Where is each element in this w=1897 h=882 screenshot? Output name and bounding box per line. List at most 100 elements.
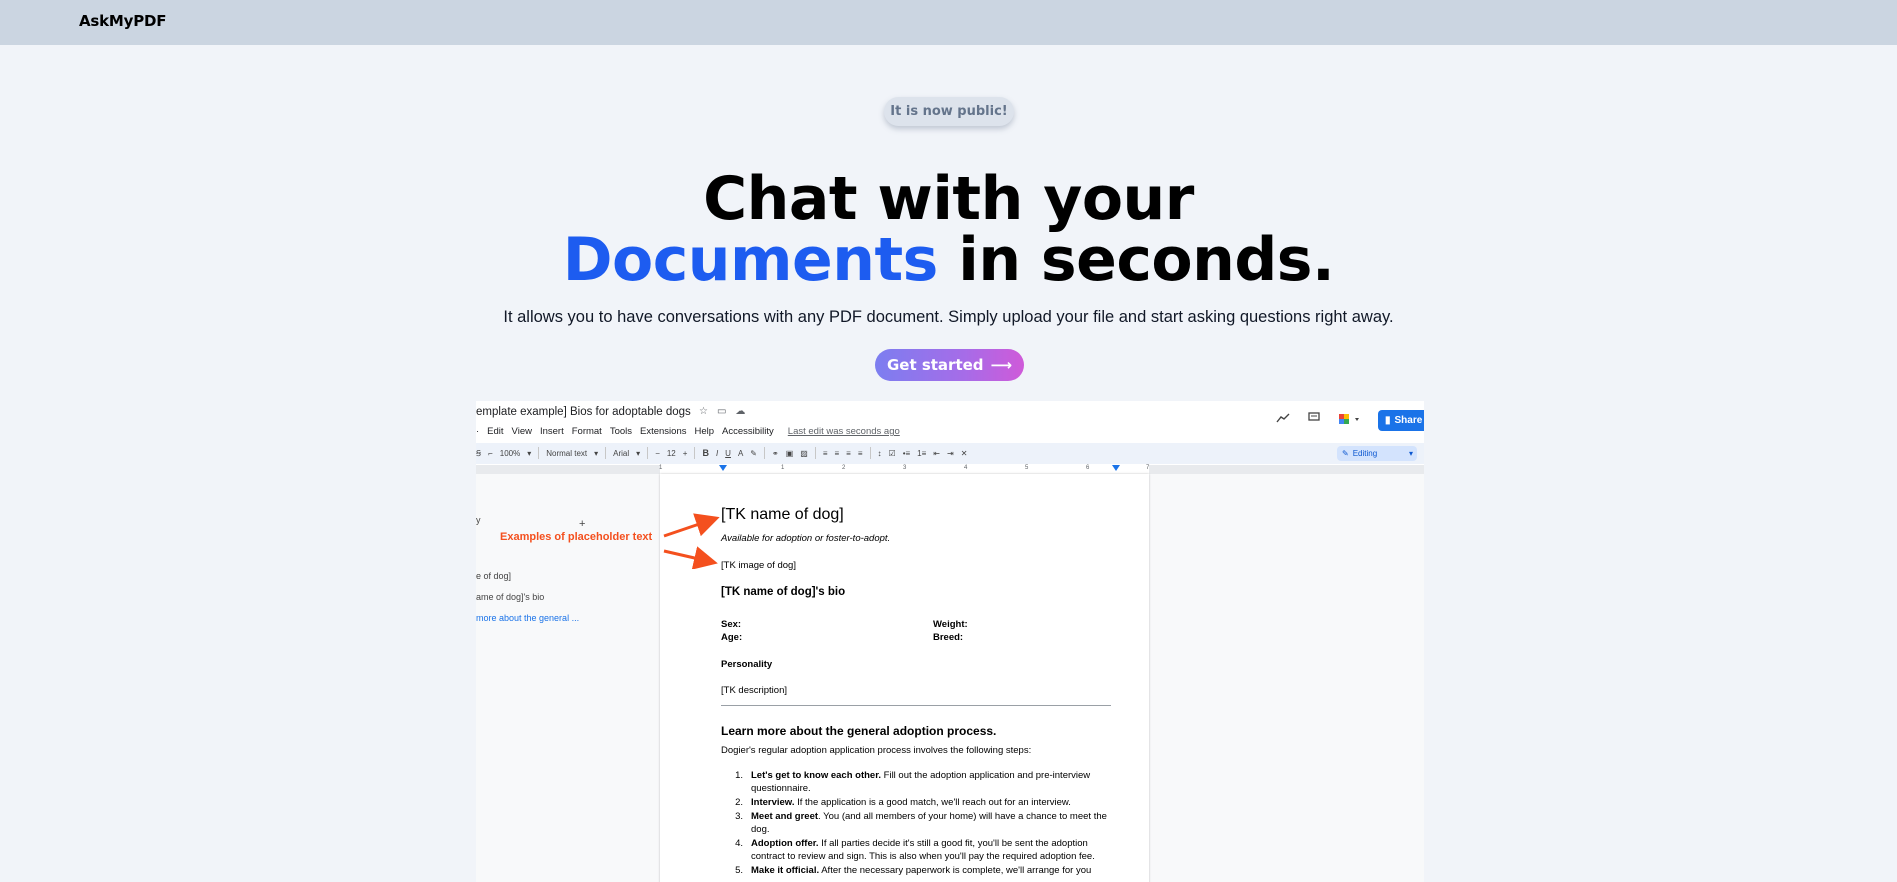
step-bold: Meet and greet bbox=[751, 811, 819, 822]
indent-decrease-icon: ⇤ bbox=[933, 448, 940, 458]
step-bold: Make it official. bbox=[751, 865, 820, 876]
ruler-number: 6 bbox=[1086, 465, 1090, 471]
cloud-icon: ☁ bbox=[735, 406, 746, 417]
zoom-select: 100% bbox=[499, 448, 521, 458]
editing-mode-select: ✎ Editing ▾ bbox=[1337, 446, 1417, 461]
comment-icon bbox=[1308, 412, 1320, 426]
divider bbox=[605, 447, 607, 459]
brand-logo-link[interactable]: AskMyPDF bbox=[79, 12, 167, 30]
dropdown-icon: ▾ bbox=[636, 448, 641, 458]
spellcheck-icon: Ꞩ bbox=[476, 448, 482, 458]
italic-icon: I bbox=[715, 448, 719, 458]
divider bbox=[814, 447, 816, 459]
folder-icon: ▭ bbox=[716, 406, 727, 417]
align-justify-icon: ≡ bbox=[857, 448, 863, 458]
menu-bar: · Edit View Insert Format Tools Extensio… bbox=[476, 426, 900, 437]
menu-tools: Tools bbox=[609, 426, 633, 437]
align-right-icon: ≡ bbox=[846, 448, 851, 458]
list-item: 2. Interview. If the application is a goo… bbox=[721, 796, 1116, 809]
hero-headline-rest: in seconds. bbox=[937, 225, 1335, 295]
step-rest: If the application is a good match, we'l… bbox=[794, 797, 1071, 808]
list-item: 3. Meet and greet. You (and all members o… bbox=[721, 810, 1116, 836]
doc-learn-heading: Learn more about the general adoption pr… bbox=[721, 724, 997, 738]
arrow-right-icon: ⟶ bbox=[990, 356, 1013, 374]
ruler-number: 2 bbox=[842, 465, 846, 471]
doc-steps-list: 1. Let's get to know each other. Fill out… bbox=[721, 769, 1116, 878]
ruler: 1 1 2 3 4 5 6 7 bbox=[476, 465, 1424, 474]
step-bold: Interview. bbox=[751, 797, 795, 808]
doc-weight-label: Weight: bbox=[933, 619, 968, 630]
plus-icon: + bbox=[682, 448, 688, 458]
pencil-icon: ✎ bbox=[1342, 449, 1349, 458]
announcement-badge: It is now public! bbox=[884, 97, 1014, 126]
ruler-number: 7 bbox=[1146, 465, 1150, 471]
doc-italic-line: Available for adoption or foster-to-adop… bbox=[721, 533, 891, 544]
ruler-number: 1 bbox=[659, 465, 663, 471]
checklist-icon: ☑ bbox=[888, 448, 896, 458]
list-item: 5. Make it official. After the necessary … bbox=[721, 864, 1116, 877]
ruler-number: 5 bbox=[1025, 465, 1029, 471]
share-button: ▮ Share bbox=[1378, 410, 1424, 431]
get-started-button[interactable]: Get started ⟶ bbox=[875, 349, 1024, 381]
link-icon: ⚭ bbox=[772, 448, 779, 458]
list-item: 1. Let's get to know each other. Fill out… bbox=[721, 769, 1116, 795]
title-icons: ☆ ▭ ☁ bbox=[699, 406, 745, 417]
star-icon: ☆ bbox=[699, 406, 708, 417]
step-text: Adoption offer. If all parties decide it… bbox=[751, 837, 1116, 863]
step-bold: Let's get to know each other. bbox=[751, 770, 882, 781]
step-rest: After the necessary paperwork is complet… bbox=[819, 865, 1092, 876]
step-number: 5. bbox=[735, 865, 743, 876]
menu-insert: Insert bbox=[539, 426, 564, 437]
lock-icon: ▮ bbox=[1385, 415, 1391, 426]
divider bbox=[764, 447, 765, 459]
minus-icon: − bbox=[655, 448, 660, 458]
doc-personality-heading: Personality bbox=[721, 659, 773, 670]
ruler-number: 1 bbox=[781, 465, 785, 471]
doc-heading-1: [TK name of dog] bbox=[721, 506, 844, 523]
ruler-number: 4 bbox=[964, 465, 968, 471]
annotation-arrows-icon bbox=[663, 513, 720, 569]
meet-icon bbox=[1338, 413, 1360, 425]
menu-extensions: Extensions bbox=[640, 426, 687, 437]
menu-accessibility: Accessibility bbox=[722, 426, 774, 437]
annotation-label: Examples of placeholder text bbox=[500, 531, 653, 543]
product-preview-screenshot: emplate example] Bios for adoptable dogs… bbox=[476, 401, 1424, 882]
outline-item: e of dog] bbox=[476, 571, 512, 581]
menu-view: View bbox=[511, 426, 532, 437]
align-left-icon: ≡ bbox=[822, 448, 828, 458]
bold-icon: B bbox=[702, 448, 709, 458]
step-number: 2. bbox=[735, 797, 743, 808]
step-text: Let's get to know each other. Fill out t… bbox=[751, 769, 1116, 795]
step-text: Meet and greet. You (and all members of … bbox=[751, 810, 1116, 836]
step-text: Interview. If the application is a good … bbox=[751, 796, 1071, 809]
doc-breed-label: Breed: bbox=[933, 632, 964, 643]
image-icon: ▨ bbox=[800, 448, 808, 458]
step-text: Make it official. After the necessary pa… bbox=[751, 864, 1091, 877]
editing-label: Editing bbox=[1352, 449, 1378, 458]
menu-prefix: · bbox=[476, 426, 480, 437]
top-nav: AskMyPDF bbox=[0, 0, 1897, 45]
divider bbox=[647, 447, 649, 459]
outline-item: ame of dog]'s bio bbox=[476, 592, 545, 602]
trend-icon bbox=[1276, 412, 1290, 426]
indent-marker-icon bbox=[1112, 465, 1120, 471]
divider bbox=[694, 447, 696, 459]
paint-format-icon: ⌐ bbox=[488, 448, 493, 458]
doc-image-placeholder: [TK image of dog] bbox=[721, 560, 796, 571]
underline-icon: U bbox=[725, 448, 731, 458]
doc-learn-body: Dogier's regular adoption application pr… bbox=[721, 745, 1032, 756]
step-number: 1. bbox=[735, 770, 743, 781]
outline-heading: y bbox=[476, 515, 481, 525]
add-outline-icon: + bbox=[579, 518, 586, 530]
dropdown-icon: ▾ bbox=[527, 448, 532, 458]
font-select: Arial bbox=[613, 448, 630, 458]
hero-headline-line2: Documents in seconds. bbox=[0, 229, 1897, 291]
step-bold: Adoption offer. bbox=[751, 838, 819, 849]
doc-bio-heading: [TK name of dog]'s bio bbox=[721, 586, 846, 598]
line-spacing-icon: ↕ bbox=[877, 448, 882, 458]
hero-headline-highlight: Documents bbox=[562, 225, 939, 295]
doc-divider bbox=[721, 705, 1111, 706]
style-select: Normal text bbox=[546, 448, 588, 458]
align-center-icon: ≡ bbox=[834, 448, 840, 458]
clear-format-icon: ✕ bbox=[960, 448, 968, 458]
